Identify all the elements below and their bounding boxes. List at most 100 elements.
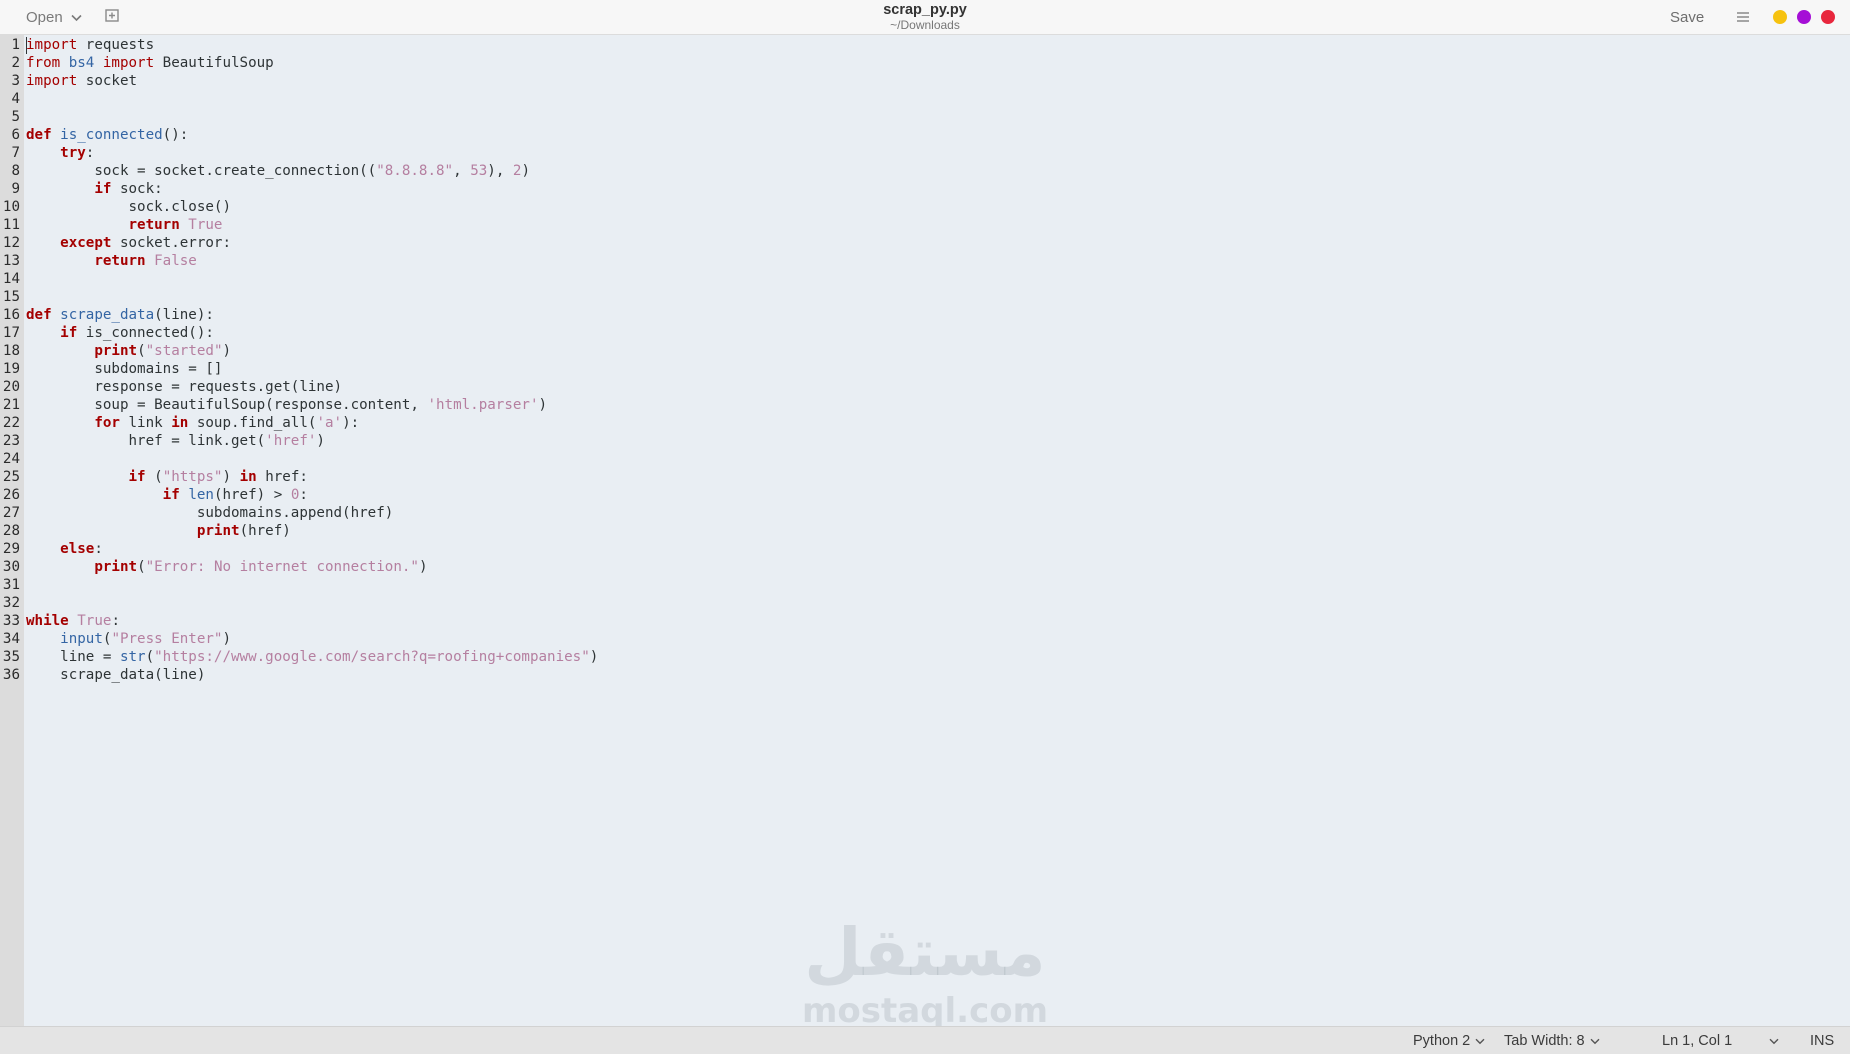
code-line[interactable]: subdomains.append(href) [26, 504, 393, 522]
code-token: ) [418, 559, 428, 575]
code-line[interactable]: if len(href) > 0: [26, 486, 308, 504]
code-token: : [299, 487, 308, 503]
code-line[interactable]: if is_connected(): [26, 324, 214, 342]
code-token: ), [487, 163, 513, 179]
line-number: 18 [2, 343, 20, 359]
code-token: while [26, 613, 69, 629]
code-token: "Press Enter" [111, 631, 223, 647]
code-line[interactable]: response = requests.get(line) [26, 378, 342, 396]
watermark-text: mostaql.com [801, 991, 1049, 1031]
code-line[interactable]: else: [26, 540, 103, 558]
code-line[interactable]: print("Error: No internet connection.") [26, 558, 428, 576]
code-line[interactable]: sock.close() [26, 198, 231, 216]
code-token: if [94, 181, 112, 197]
code-line[interactable]: if ("https") in href: [26, 468, 308, 486]
code-token: is_connected [60, 127, 163, 143]
code-token: ( [145, 469, 163, 485]
code-token: str [119, 649, 146, 665]
code-token: ) [316, 433, 325, 449]
code-token: "https" [162, 469, 223, 485]
line-number: 30 [2, 559, 20, 575]
code-token: sock: [111, 181, 163, 197]
code-line[interactable]: line = str("https://www.google.com/searc… [26, 648, 598, 666]
code-line[interactable]: def is_connected(): [26, 126, 188, 144]
code-line[interactable]: return False [26, 252, 197, 270]
code-line[interactable]: for link in soup.find_all('a'): [26, 414, 359, 432]
code-line[interactable]: import socket [26, 72, 137, 90]
code-token: except [60, 235, 112, 251]
code-token: (line): [154, 307, 214, 323]
line-number: 1 [11, 37, 20, 53]
code-token: ( [137, 559, 146, 575]
position-dropdown-button[interactable] [1769, 1027, 1779, 1054]
code-token: ) [222, 631, 232, 647]
code-token: bs4 [68, 55, 95, 71]
code-line[interactable]: while True: [26, 612, 120, 630]
code-token: : [94, 541, 103, 557]
line-number-gutter: 1 2 3 4 5 6 7 8 9 10 11 12 13 14 15 16 17 18 19 20 21 22 23 24 2… [0, 35, 24, 1026]
code-line[interactable]: from bs4 import BeautifulSoup [26, 54, 274, 72]
line-number: 15 [2, 289, 20, 305]
code-token: True [188, 217, 223, 233]
code-line[interactable]: soup = BeautifulSoup(response.content, '… [26, 396, 547, 414]
text-cursor [26, 37, 27, 54]
code-line[interactable]: import requests [26, 36, 154, 54]
code-token: 53 [470, 163, 488, 179]
code-token: socket [77, 73, 138, 89]
line-number: 20 [2, 379, 20, 395]
tab-width-selector[interactable]: Tab Width: 8 [1504, 1027, 1600, 1054]
code-line[interactable]: except socket.error: [26, 234, 231, 252]
hamburger-menu-icon [1736, 8, 1750, 27]
code-line[interactable]: input("Press Enter") [26, 630, 231, 648]
code-line[interactable]: print("started") [26, 342, 231, 360]
save-button[interactable]: Save [1660, 5, 1714, 29]
chevron-down-icon [1769, 1033, 1779, 1049]
hamburger-menu-button[interactable] [1732, 6, 1754, 28]
line-number: 4 [11, 91, 20, 107]
code-token: import [26, 73, 78, 89]
code-token: ( [145, 649, 155, 665]
code-token: sock = socket.create_connection(( [26, 163, 377, 179]
code-token: def [26, 127, 52, 143]
cursor-position-selector[interactable]: Ln 1, Col 1 [1662, 1027, 1732, 1054]
code-line[interactable]: scrape_data(line) [26, 666, 205, 684]
code-token: href = link.get( [26, 433, 266, 449]
maximize-window-button[interactable] [1797, 10, 1811, 24]
minimize-window-button[interactable] [1773, 10, 1787, 24]
code-token: return [128, 217, 180, 233]
close-window-button[interactable] [1821, 10, 1835, 24]
code-line[interactable]: subdomains = [] [26, 360, 222, 378]
code-line[interactable]: def scrape_data(line): [26, 306, 214, 324]
code-token: scrape_data(line) [26, 667, 206, 683]
language-label: Python 2 [1413, 1032, 1471, 1049]
insert-mode-label: INS [1810, 1032, 1835, 1049]
code-token: BeautifulSoup [154, 55, 274, 71]
line-number: 22 [2, 415, 20, 431]
code-line[interactable]: href = link.get('href') [26, 432, 325, 450]
code-line[interactable]: sock = socket.create_connection(("8.8.8.… [26, 162, 530, 180]
code-token: for [94, 415, 120, 431]
code-line[interactable]: if sock: [26, 180, 163, 198]
code-line[interactable]: print(href) [26, 522, 291, 540]
code-token: (href) > [213, 487, 291, 503]
code-line[interactable]: try: [26, 144, 94, 162]
code-line[interactable]: return True [26, 216, 223, 234]
code-token: print [94, 343, 138, 359]
code-token: len [188, 487, 214, 503]
line-number: 11 [2, 217, 20, 233]
code-editor[interactable]: import requests from bs4 import Beautiful… [24, 35, 1850, 1026]
watermark-logo: مستقل [804, 914, 1046, 991]
language-selector[interactable]: Python 2 [1413, 1027, 1485, 1054]
insert-mode-indicator[interactable]: INS [1810, 1027, 1834, 1054]
code-token: ) [538, 397, 548, 413]
code-token: else [60, 541, 95, 557]
